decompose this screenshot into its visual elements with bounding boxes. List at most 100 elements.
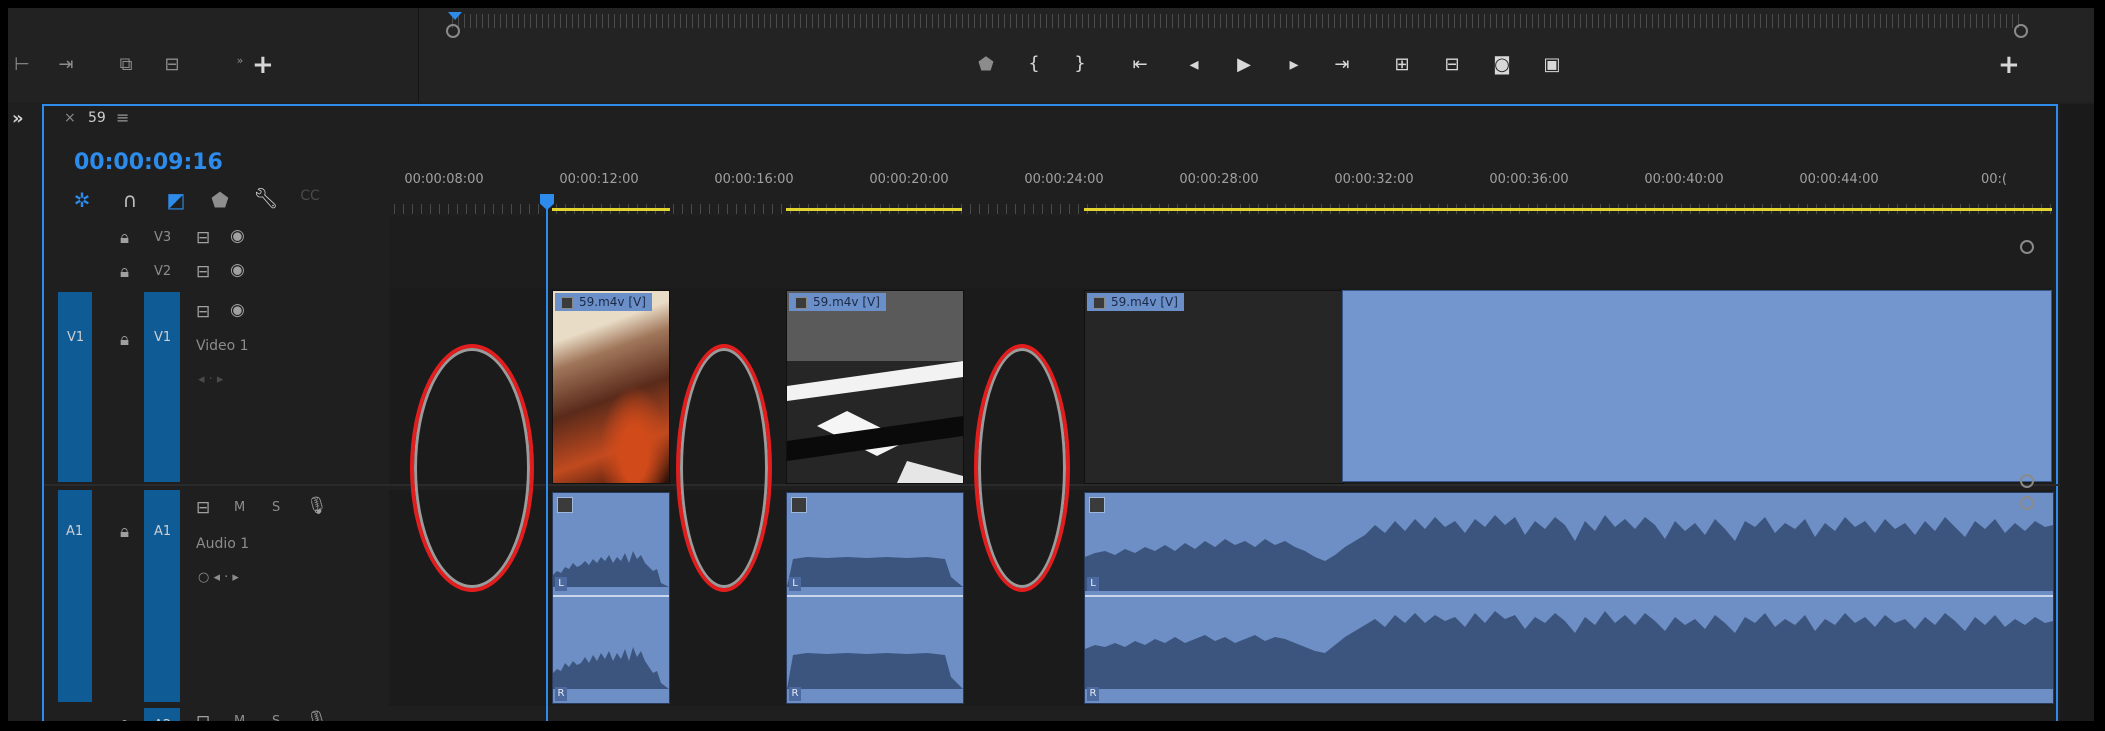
eye-icon[interactable]: ◉: [230, 226, 245, 246]
extract-icon[interactable]: ⊟: [1438, 56, 1466, 74]
playhead-line[interactable]: [546, 206, 548, 721]
eye-icon[interactable]: ◉: [230, 260, 245, 280]
source-patch-a1[interactable]: A1: [58, 490, 92, 702]
video-clip[interactable]: 59.m4v [V]: [1084, 290, 1344, 484]
track-target-a1[interactable]: A1: [144, 490, 180, 702]
track-target-v1[interactable]: V1: [144, 292, 180, 482]
mute-button[interactable]: M: [234, 500, 245, 515]
sync-lock-icon[interactable]: ⊟: [196, 228, 210, 248]
linked-selection-icon[interactable]: ◩: [162, 188, 190, 212]
lock-icon[interactable]: 🔒︎: [120, 330, 129, 350]
panel-menu-icon[interactable]: ≡: [116, 108, 129, 127]
close-tab-icon[interactable]: ×: [64, 110, 76, 126]
track-name-video-1[interactable]: Video 1: [196, 338, 249, 354]
mark-out-icon[interactable]: }: [1066, 55, 1094, 73]
clip-name: 59.m4v [V]: [1111, 295, 1178, 309]
mark-out-icon[interactable]: ⇥: [52, 56, 80, 74]
channel-label-right: R: [789, 687, 801, 701]
captions-icon[interactable]: CC: [296, 188, 324, 204]
clip-name-label: 59.m4v [V]: [789, 293, 886, 311]
panel-collapse-icon[interactable]: »: [12, 108, 24, 129]
gap-highlight-ellipse: [410, 344, 534, 592]
waveform-right: [1085, 611, 2053, 689]
program-monitor-controls: ⊢ ⇥ ⧉ ⊟ » + ⬟ { } ⇤ ◂ ▶ ▸ ⇥ ⊞ ⊟ ◙ ▣ +: [8, 8, 2094, 102]
solo-button[interactable]: S: [272, 714, 280, 721]
track-v2-area[interactable]: [389, 252, 2053, 288]
track-label-v1: V1: [154, 330, 172, 345]
lift-icon[interactable]: ⊞: [1388, 56, 1416, 74]
track-height-handle[interactable]: [2020, 240, 2034, 254]
fx-badge-icon: [795, 297, 807, 309]
track-v3-area[interactable]: [389, 216, 2053, 252]
lock-icon[interactable]: 🔒︎: [120, 714, 129, 721]
audio-clip[interactable]: L R: [552, 492, 670, 704]
program-scrub-bar[interactable]: [452, 14, 2020, 28]
work-area-bar[interactable]: [786, 208, 962, 211]
sync-lock-icon[interactable]: ⊟: [196, 262, 210, 282]
track-name-audio-1[interactable]: Audio 1: [196, 536, 249, 552]
sequence-tab[interactable]: 59: [88, 110, 106, 126]
program-add-button-icon[interactable]: +: [1998, 50, 2020, 80]
scrub-end-handle[interactable]: [2014, 24, 2028, 38]
video-clip[interactable]: 59.m4v [V]: [552, 290, 670, 484]
track-target-a2[interactable]: A2: [144, 708, 180, 721]
audio-clip[interactable]: L R: [1084, 492, 2054, 704]
more-controls-icon[interactable]: »: [226, 52, 254, 70]
comparison-view-icon[interactable]: ▣: [1538, 56, 1566, 74]
playhead-timecode[interactable]: 00:00:09:16: [74, 150, 223, 175]
fx-badge-icon: [557, 497, 573, 513]
lock-icon[interactable]: 🔒︎: [120, 522, 129, 542]
mark-in-icon[interactable]: ⊢: [8, 56, 36, 74]
volume-line[interactable]: [787, 595, 963, 597]
channel-label-left: L: [555, 577, 567, 591]
mute-button[interactable]: M: [234, 714, 245, 721]
play-icon[interactable]: ▶: [1230, 56, 1258, 74]
audio-clip[interactable]: L R: [786, 492, 964, 704]
waveform-right: [787, 653, 963, 689]
go-to-in-icon[interactable]: ⇤: [1126, 56, 1154, 74]
export-frame-icon[interactable]: ◙: [1488, 56, 1516, 74]
volume-line[interactable]: [1085, 595, 2053, 597]
video-clip[interactable]: 59.m4v [V]: [786, 290, 964, 484]
source-add-button-icon[interactable]: +: [252, 50, 274, 80]
step-back-icon[interactable]: ◂: [1180, 56, 1208, 74]
ruler-label: 00:00:28:00: [1179, 172, 1259, 187]
go-to-out-icon[interactable]: ⇥: [1328, 56, 1356, 74]
sync-lock-icon[interactable]: ⊟: [196, 302, 210, 322]
track-height-handle[interactable]: [2020, 474, 2034, 488]
video-clip-selected-region[interactable]: [1342, 290, 2052, 482]
mark-in-icon[interactable]: {: [1020, 55, 1048, 73]
nest-sequence-icon[interactable]: ✲: [68, 188, 96, 212]
sync-lock-icon[interactable]: ⊟: [196, 712, 210, 721]
gap-highlight-ellipse: [676, 344, 772, 592]
right-edge-gutter: [2060, 104, 2094, 721]
lock-icon[interactable]: 🔒︎: [120, 262, 129, 282]
fx-badge-icon: [791, 497, 807, 513]
work-area-bar[interactable]: [1084, 208, 2052, 211]
clip-name: 59.m4v [V]: [579, 295, 646, 309]
overwrite-icon[interactable]: ⊟: [158, 56, 186, 74]
work-area-bar[interactable]: [552, 208, 670, 211]
voiceover-mic-icon[interactable]: 🎙︎: [306, 710, 328, 721]
volume-keyframe-icon[interactable]: ○ ◂ · ▸: [198, 570, 239, 585]
keyframe-nav-icon[interactable]: ◂ · ▸: [198, 372, 223, 387]
volume-line[interactable]: [553, 595, 669, 597]
track-height-handle[interactable]: [2020, 496, 2034, 510]
lock-icon[interactable]: 🔒︎: [120, 228, 129, 248]
scrub-start-handle[interactable]: [446, 24, 460, 38]
step-forward-icon[interactable]: ▸: [1280, 56, 1308, 74]
source-patch-v1[interactable]: V1: [58, 292, 92, 482]
add-marker-icon[interactable]: ⬟: [972, 56, 1000, 74]
settings-wrench-icon[interactable]: 🔧︎: [252, 186, 280, 210]
add-marker-icon[interactable]: ⬟: [206, 188, 234, 212]
eye-icon[interactable]: ◉: [230, 300, 245, 320]
sync-lock-icon[interactable]: ⊟: [196, 498, 210, 518]
ruler-label: 00:(: [1981, 172, 2007, 187]
premiere-window: ⊢ ⇥ ⧉ ⊟ » + ⬟ { } ⇤ ◂ ▶ ▸ ⇥ ⊞ ⊟ ◙ ▣ + » …: [8, 8, 2094, 721]
insert-icon[interactable]: ⧉: [112, 56, 140, 74]
solo-button[interactable]: S: [272, 500, 280, 515]
channel-label-left: L: [789, 577, 801, 591]
waveform-left: [1085, 515, 2053, 591]
voiceover-mic-icon[interactable]: 🎙︎: [306, 496, 328, 516]
snap-icon[interactable]: ∩: [116, 188, 144, 212]
